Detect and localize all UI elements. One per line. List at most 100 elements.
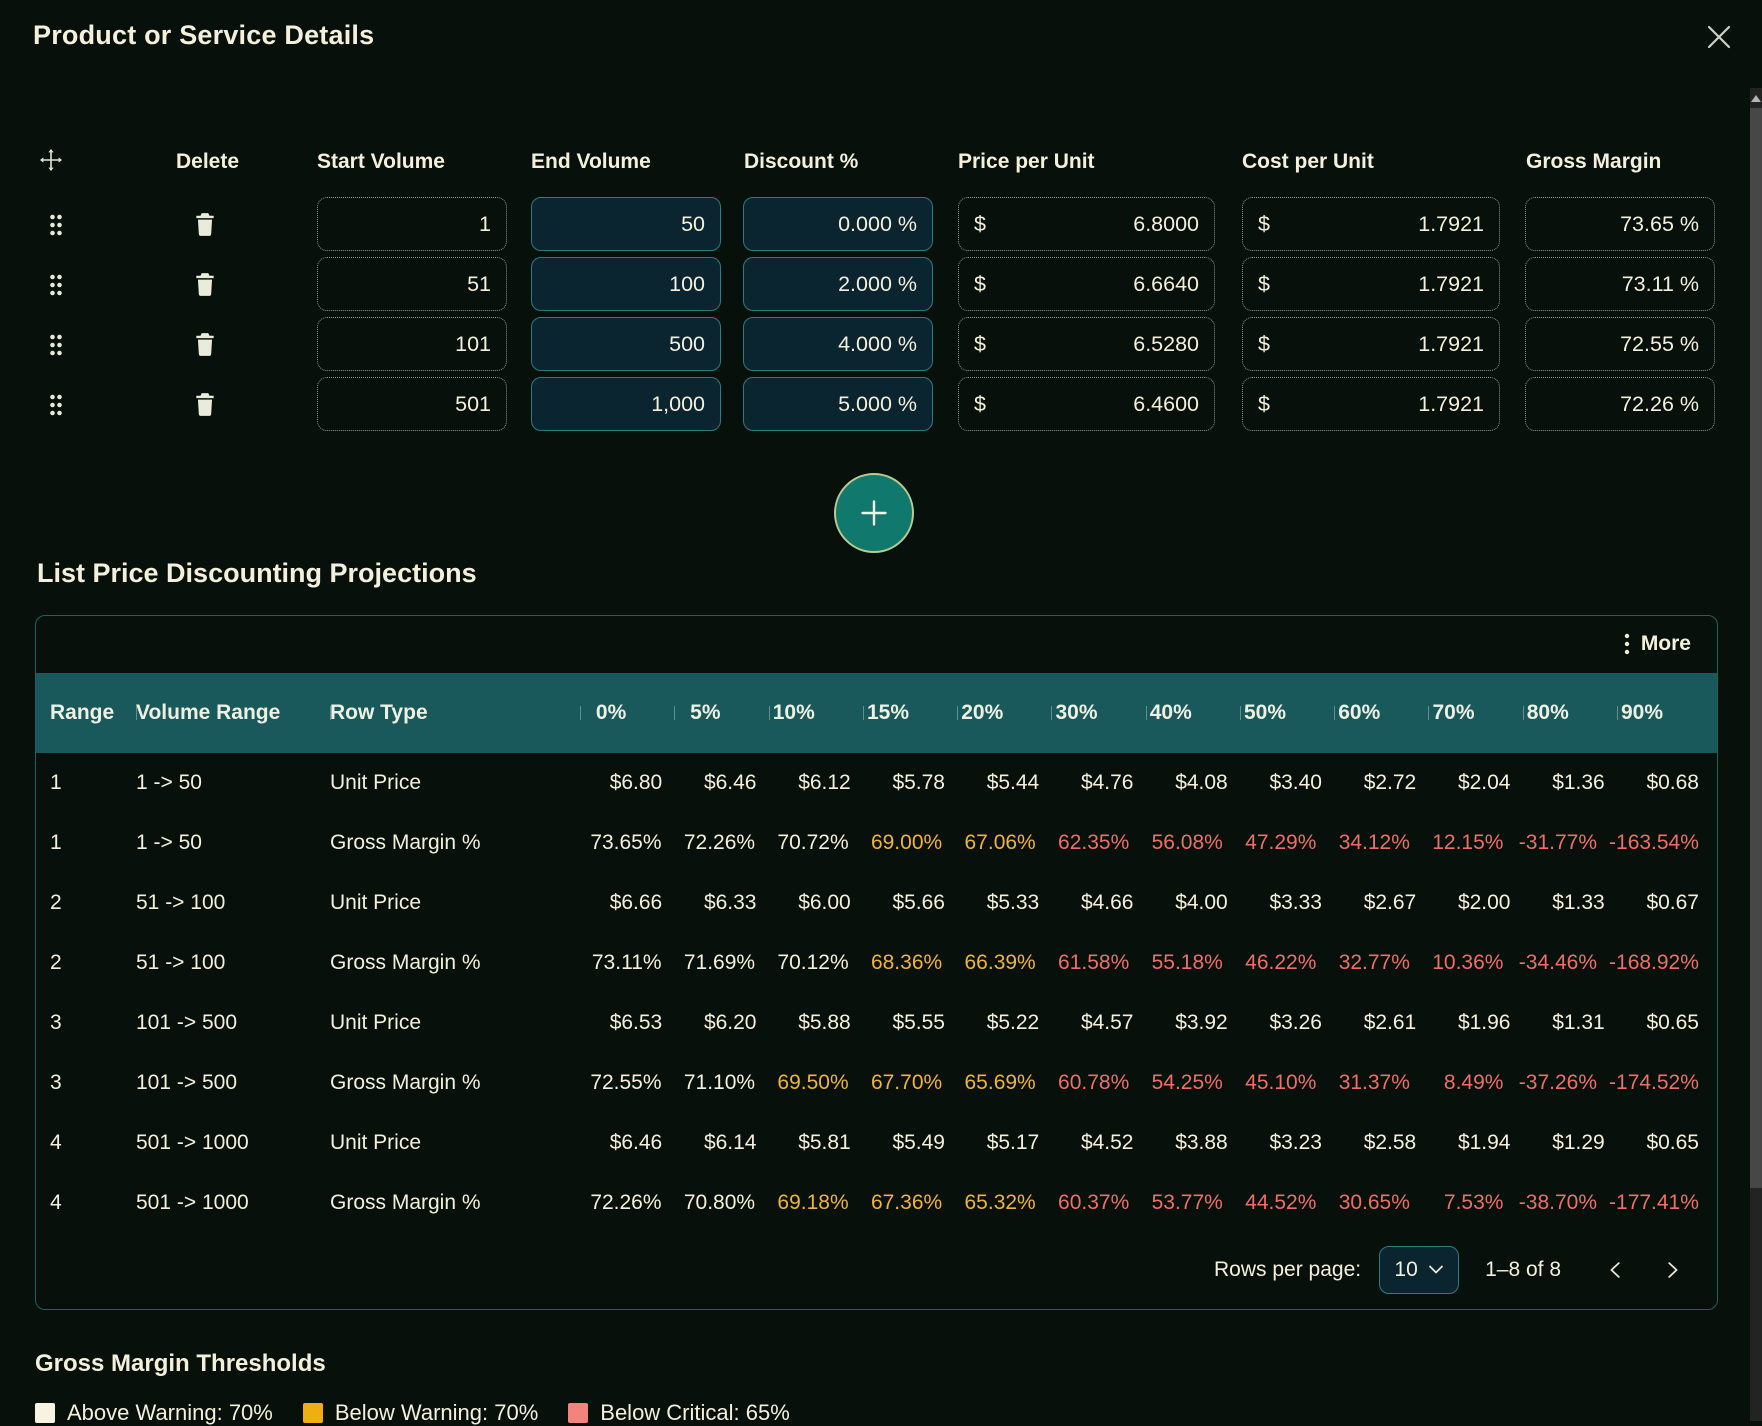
scroll-up-arrow-icon[interactable] <box>1751 95 1761 102</box>
cell-gross-margin: -174.52% <box>1609 1071 1711 1095</box>
price-per-unit-input[interactable]: $6.6640 <box>958 257 1215 311</box>
cell-gross-margin: 32.77% <box>1328 951 1422 975</box>
cell-volume-range: 51 -> 100 <box>136 951 330 975</box>
end-volume-input[interactable]: 1,000 <box>531 377 721 431</box>
end-volume-input[interactable]: 500 <box>531 317 721 371</box>
table-header-70-: 70% <box>1428 701 1522 725</box>
cell-unit-price: $3.23 <box>1240 1131 1334 1155</box>
pagination-range: 1–8 of 8 <box>1485 1258 1561 1282</box>
start-volume-input[interactable]: 1 <box>317 197 507 251</box>
delete-row-button[interactable] <box>194 391 218 417</box>
table-header-row-type: Row Type <box>330 701 580 725</box>
delete-row-button[interactable] <box>194 331 218 357</box>
discount-input[interactable]: 0.000 % <box>743 197 933 251</box>
cell-unit-price: $3.40 <box>1240 771 1334 795</box>
cost-per-unit-input[interactable]: $1.7921 <box>1242 377 1500 431</box>
legend-swatch <box>303 1403 323 1423</box>
close-button[interactable] <box>1700 18 1738 56</box>
cost-per-unit-input[interactable]: $1.7921 <box>1242 257 1500 311</box>
trash-icon <box>194 391 218 417</box>
end-volume-input[interactable]: 100 <box>531 257 721 311</box>
cell-volume-range: 101 -> 500 <box>136 1011 330 1035</box>
cell-unit-price: $6.20 <box>674 1011 768 1035</box>
more-button[interactable]: More <box>1618 631 1697 657</box>
gross-margin-field[interactable]: 72.26 % <box>1525 377 1715 431</box>
gross-margin-field[interactable]: 73.65 % <box>1525 197 1715 251</box>
cell-unit-price: $2.00 <box>1428 891 1522 915</box>
column-header-start-volume: Start Volume <box>317 150 445 174</box>
delete-row-button[interactable] <box>194 271 218 297</box>
end-volume-input-value: 100 <box>669 272 720 297</box>
cell-gross-margin: 10.36% <box>1422 951 1516 975</box>
projections-panel: More RangeVolume RangeRow Type0%5%10%15%… <box>35 615 1718 1310</box>
cell-gross-margin: 30.65% <box>1328 1191 1422 1215</box>
table-row: 251 -> 100Gross Margin %73.11%71.69%70.1… <box>36 933 1717 993</box>
move-all-icon[interactable] <box>39 148 63 172</box>
drag-handle[interactable] <box>48 332 66 358</box>
cell-gross-margin: 61.58% <box>1048 951 1142 975</box>
end-volume-input[interactable]: 50 <box>531 197 721 251</box>
table-header-5-: 5% <box>674 701 768 725</box>
scrollbar[interactable] <box>1750 88 1762 1421</box>
drag-handle[interactable] <box>48 272 66 298</box>
table-header-30-: 30% <box>1051 701 1145 725</box>
start-volume-input-value: 51 <box>467 272 506 297</box>
discount-input[interactable]: 4.000 % <box>743 317 933 371</box>
cell-range: 1 <box>36 771 136 795</box>
cell-volume-range: 501 -> 1000 <box>136 1191 330 1215</box>
table-header-0-: 0% <box>580 701 674 725</box>
start-volume-input[interactable]: 101 <box>317 317 507 371</box>
add-row-button[interactable] <box>834 473 914 553</box>
price-per-unit-input[interactable]: $6.8000 <box>958 197 1215 251</box>
delete-row-button[interactable] <box>194 211 218 237</box>
drag-dots-icon <box>48 212 66 238</box>
start-volume-input[interactable]: 51 <box>317 257 507 311</box>
start-volume-input[interactable]: 501 <box>317 377 507 431</box>
cell-unit-price: $3.26 <box>1240 1011 1334 1035</box>
cell-gross-margin: 54.25% <box>1141 1071 1235 1095</box>
cell-gross-margin: 46.22% <box>1235 951 1329 975</box>
trash-icon <box>194 271 218 297</box>
cell-gross-margin: -37.26% <box>1515 1071 1609 1095</box>
cost-per-unit-input-value: 1.7921 <box>1418 332 1499 357</box>
cell-unit-price: $6.46 <box>674 771 768 795</box>
cell-row-type: Gross Margin % <box>330 951 580 975</box>
cost-per-unit-input[interactable]: $1.7921 <box>1242 317 1500 371</box>
column-header-end-volume: End Volume <box>531 150 651 174</box>
table-header-50-: 50% <box>1240 701 1334 725</box>
cell-gross-margin: 69.18% <box>767 1191 861 1215</box>
cell-unit-price: $3.88 <box>1146 1131 1240 1155</box>
prev-page-button[interactable] <box>1597 1251 1635 1289</box>
cost-per-unit-input[interactable]: $1.7921 <box>1242 197 1500 251</box>
gross-margin-field[interactable]: 73.11 % <box>1525 257 1715 311</box>
cell-gross-margin: -31.77% <box>1515 831 1609 855</box>
cell-unit-price: $1.94 <box>1428 1131 1522 1155</box>
discount-input[interactable]: 2.000 % <box>743 257 933 311</box>
price-per-unit-input[interactable]: $6.5280 <box>958 317 1215 371</box>
discount-input-value: 5.000 % <box>838 392 932 417</box>
cell-unit-price: $5.33 <box>957 891 1051 915</box>
drag-handle[interactable] <box>48 392 66 418</box>
cell-gross-margin: -163.54% <box>1609 831 1711 855</box>
discount-input[interactable]: 5.000 % <box>743 377 933 431</box>
cell-gross-margin: 67.70% <box>861 1071 955 1095</box>
gross-margin-field[interactable]: 72.55 % <box>1525 317 1715 371</box>
cell-unit-price: $2.72 <box>1334 771 1428 795</box>
cell-gross-margin: 44.52% <box>1235 1191 1329 1215</box>
price-per-unit-input[interactable]: $6.4600 <box>958 377 1215 431</box>
scrollbar-thumb[interactable] <box>1750 108 1762 1188</box>
cell-unit-price: $1.29 <box>1523 1131 1617 1155</box>
rows-per-page-select[interactable]: 10 <box>1379 1246 1459 1294</box>
cell-gross-margin: 71.10% <box>674 1071 768 1095</box>
legend-item: Above Warning: 70% <box>35 1400 273 1426</box>
cell-unit-price: $1.31 <box>1523 1011 1617 1035</box>
tier-row: 51 100 2.000 % $6.6640 $1.7921 73.11 % <box>0 257 1762 311</box>
legend-label: Below Warning: 70% <box>335 1400 538 1426</box>
thresholds-legend: Above Warning: 70%Below Warning: 70%Belo… <box>35 1400 790 1426</box>
drag-dots-icon <box>48 392 66 418</box>
next-page-button[interactable] <box>1653 1251 1691 1289</box>
cell-gross-margin: 31.37% <box>1328 1071 1422 1095</box>
table-row: 4501 -> 1000Unit Price$6.46$6.14$5.81$5.… <box>36 1113 1717 1173</box>
cell-gross-margin: 69.50% <box>767 1071 861 1095</box>
drag-handle[interactable] <box>48 212 66 238</box>
